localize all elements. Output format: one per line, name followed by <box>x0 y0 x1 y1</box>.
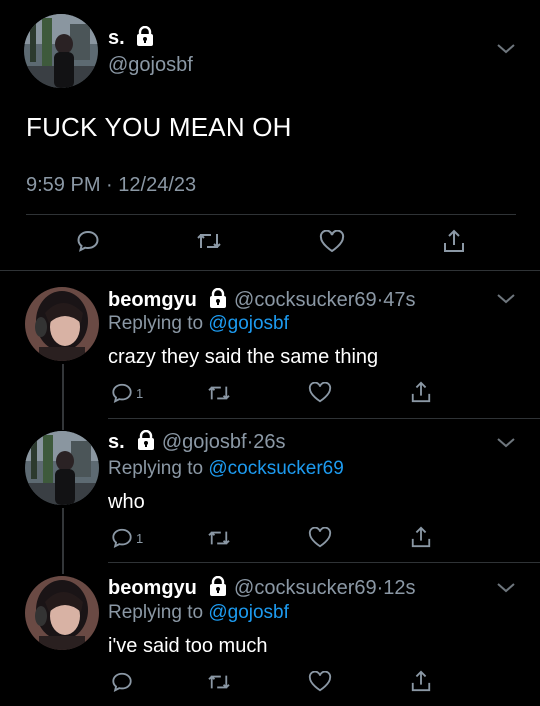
lock-icon <box>135 25 155 51</box>
replying-prefix: Replying to <box>108 313 204 334</box>
replying-to-link[interactable]: @gojosbf <box>208 313 289 334</box>
replying-prefix: Replying to <box>108 602 204 623</box>
retweet-icon[interactable] <box>207 383 231 408</box>
reply-icon[interactable] <box>111 527 133 554</box>
handle[interactable]: @gojosbf <box>108 54 193 77</box>
lock-icon <box>136 429 156 456</box>
replying-to: Replying to @gojosbf <box>108 313 289 335</box>
chevron-down-icon[interactable] <box>496 42 516 60</box>
thread-line <box>62 508 64 574</box>
display-name[interactable]: beomgyu <box>108 577 197 599</box>
retweet-icon[interactable] <box>207 528 231 553</box>
display-name[interactable]: beomgyu <box>108 289 197 311</box>
divider <box>108 562 540 563</box>
like-icon[interactable] <box>308 381 332 409</box>
divider <box>0 270 540 271</box>
replying-to: Replying to @cocksucker69 <box>108 458 344 480</box>
tweet-date: 12/24/23 <box>118 174 197 196</box>
share-icon[interactable] <box>442 228 466 259</box>
reply-icon[interactable] <box>76 229 100 258</box>
tweet-age: 26s <box>253 431 286 453</box>
avatar[interactable] <box>25 287 99 361</box>
share-icon[interactable] <box>410 525 432 554</box>
chevron-down-icon[interactable] <box>496 292 516 310</box>
divider <box>108 418 540 419</box>
tweet-text: crazy they said the same thing <box>108 346 379 368</box>
replying-to-link[interactable]: @gojosbf <box>208 602 289 623</box>
avatar[interactable] <box>24 14 98 88</box>
reply-count: 1 <box>136 531 144 546</box>
reply-icon[interactable] <box>111 671 133 698</box>
like-icon[interactable] <box>308 670 332 698</box>
retweet-icon[interactable] <box>196 230 222 257</box>
chevron-down-icon[interactable] <box>496 581 516 599</box>
divider <box>26 214 516 215</box>
thread-line <box>62 364 64 430</box>
avatar[interactable] <box>25 431 99 505</box>
tweet-text: FUCK YOU MEAN OH <box>26 112 292 142</box>
replying-prefix: Replying to <box>108 458 204 479</box>
tweet-age: 12s <box>383 577 416 599</box>
like-icon[interactable] <box>319 229 345 259</box>
share-icon[interactable] <box>410 380 432 409</box>
avatar[interactable] <box>25 576 99 650</box>
separator: · <box>106 174 113 196</box>
lock-icon <box>208 287 228 314</box>
tweet-text: who <box>108 491 145 513</box>
share-icon[interactable] <box>410 669 432 698</box>
chevron-down-icon[interactable] <box>496 436 516 454</box>
display-name[interactable]: s. <box>108 431 125 453</box>
like-icon[interactable] <box>308 526 332 554</box>
handle[interactable]: @gojosbf <box>162 431 247 453</box>
tweet-age: 47s <box>383 289 416 311</box>
lock-icon <box>208 575 228 602</box>
reply-icon[interactable] <box>111 382 133 409</box>
replying-to-link[interactable]: @cocksucker69 <box>208 458 343 479</box>
retweet-icon[interactable] <box>207 672 231 697</box>
tweet-text: i've said too much <box>108 635 268 657</box>
reply-count: 1 <box>136 386 144 401</box>
tweet-time: 9:59 PM <box>26 174 101 196</box>
tweet-timestamp[interactable]: 9:59 PM · 12/24/23 <box>26 174 196 197</box>
handle[interactable]: @cocksucker69 <box>234 289 377 311</box>
display-name[interactable]: s. <box>108 27 125 49</box>
handle[interactable]: @cocksucker69 <box>234 577 377 599</box>
replying-to: Replying to @gojosbf <box>108 602 289 624</box>
